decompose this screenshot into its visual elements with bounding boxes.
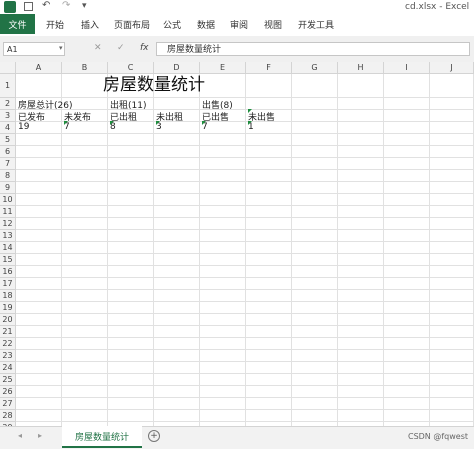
column-header-a[interactable]: A <box>16 62 62 74</box>
error-indicator-icon <box>64 121 68 125</box>
insert-function-icon[interactable]: fx <box>140 43 149 53</box>
column-header-h[interactable]: H <box>338 62 384 74</box>
row-header-18[interactable]: 18 <box>0 290 16 302</box>
row-header-5[interactable]: 5 <box>0 134 16 146</box>
column-header-c[interactable]: C <box>108 62 154 74</box>
row-header-9[interactable]: 9 <box>0 182 16 194</box>
worksheet-grid[interactable]: ABCDEFGHIJ 1 2 3 4 5 6 7 8 9 10 11 12 13 14 15 16 17 18 19… <box>0 62 474 426</box>
row-header-11[interactable]: 11 <box>0 206 16 218</box>
row-header-8[interactable]: 8 <box>0 170 16 182</box>
error-indicator-icon <box>156 121 160 125</box>
row-header-19[interactable]: 19 <box>0 302 16 314</box>
row-header-28[interactable]: 28 <box>0 410 16 422</box>
save-icon[interactable] <box>24 2 33 11</box>
tab-file[interactable]: 文件 <box>0 14 35 34</box>
cell-a4[interactable]: 19 <box>18 122 29 132</box>
row-header-2[interactable]: 2 <box>0 98 16 110</box>
row-header-6[interactable]: 6 <box>0 146 16 158</box>
column-header-e[interactable]: E <box>200 62 246 74</box>
error-indicator-icon <box>202 121 206 125</box>
title-bar: ↶ ↷ ▾ cd.xlsx - Excel <box>0 0 474 14</box>
tab-formulas[interactable]: 公式 <box>163 18 181 31</box>
row-header-12[interactable]: 12 <box>0 218 16 230</box>
error-indicator-icon <box>110 121 114 125</box>
row-header-25[interactable]: 25 <box>0 374 16 386</box>
tab-insert[interactable]: 插入 <box>81 18 99 31</box>
column-header-i[interactable]: I <box>384 62 430 74</box>
row-header-10[interactable]: 10 <box>0 194 16 206</box>
tab-page-layout[interactable]: 页面布局 <box>114 18 150 31</box>
tab-data[interactable]: 数据 <box>197 18 215 31</box>
row-header-24[interactable]: 24 <box>0 362 16 374</box>
tab-view[interactable]: 视图 <box>264 18 282 31</box>
formula-input[interactable]: 房屋数量统计 <box>156 42 470 56</box>
row-header-23[interactable]: 23 <box>0 350 16 362</box>
sheet-tab-active[interactable]: 房屋数量统计 <box>62 426 142 448</box>
scroll-left-icon[interactable]: ◂ <box>18 431 22 440</box>
row-header-20[interactable]: 20 <box>0 314 16 326</box>
customize-toolbar-icon[interactable]: ▾ <box>82 1 87 11</box>
undo-icon[interactable]: ↶ <box>42 1 50 11</box>
row-header-15[interactable]: 15 <box>0 254 16 266</box>
tab-developer[interactable]: 开发工具 <box>298 18 334 31</box>
select-all-corner[interactable] <box>0 62 16 74</box>
name-box-dropdown-icon[interactable]: ▾ <box>59 44 63 52</box>
column-header-f[interactable]: F <box>246 62 292 74</box>
tab-review[interactable]: 审阅 <box>230 18 248 31</box>
scroll-right-icon[interactable]: ▸ <box>38 431 42 440</box>
redo-icon[interactable]: ↷ <box>62 1 70 11</box>
column-header-j[interactable]: J <box>430 62 474 74</box>
row-header-7[interactable]: 7 <box>0 158 16 170</box>
title-cell[interactable]: 房屋数量统计 <box>103 74 205 96</box>
add-sheet-icon[interactable]: + <box>148 430 160 442</box>
row-header-16[interactable]: 16 <box>0 266 16 278</box>
column-header-g[interactable]: G <box>292 62 338 74</box>
row-header-14[interactable]: 14 <box>0 242 16 254</box>
name-box[interactable]: A1 <box>3 42 65 56</box>
watermark: CSDN @fqwest <box>407 432 468 441</box>
row-header-4[interactable]: 4 <box>0 122 16 134</box>
row-header-22[interactable]: 22 <box>0 338 16 350</box>
column-header-b[interactable]: B <box>62 62 108 74</box>
row-header-21[interactable]: 21 <box>0 326 16 338</box>
tab-home[interactable]: 开始 <box>46 18 64 31</box>
error-indicator-icon <box>248 121 252 125</box>
cancel-icon[interactable]: ✕ <box>94 43 102 53</box>
column-header-d[interactable]: D <box>154 62 200 74</box>
row-header-17[interactable]: 17 <box>0 278 16 290</box>
enter-icon[interactable]: ✓ <box>117 43 125 53</box>
row-header-3[interactable]: 3 <box>0 110 16 122</box>
row-header-26[interactable]: 26 <box>0 386 16 398</box>
row-header-27[interactable]: 27 <box>0 398 16 410</box>
excel-logo-icon <box>4 1 16 13</box>
row-header-13[interactable]: 13 <box>0 230 16 242</box>
window-title: cd.xlsx - Excel <box>405 2 470 12</box>
error-indicator-icon <box>248 109 252 113</box>
row-header-1[interactable]: 1 <box>0 74 16 98</box>
